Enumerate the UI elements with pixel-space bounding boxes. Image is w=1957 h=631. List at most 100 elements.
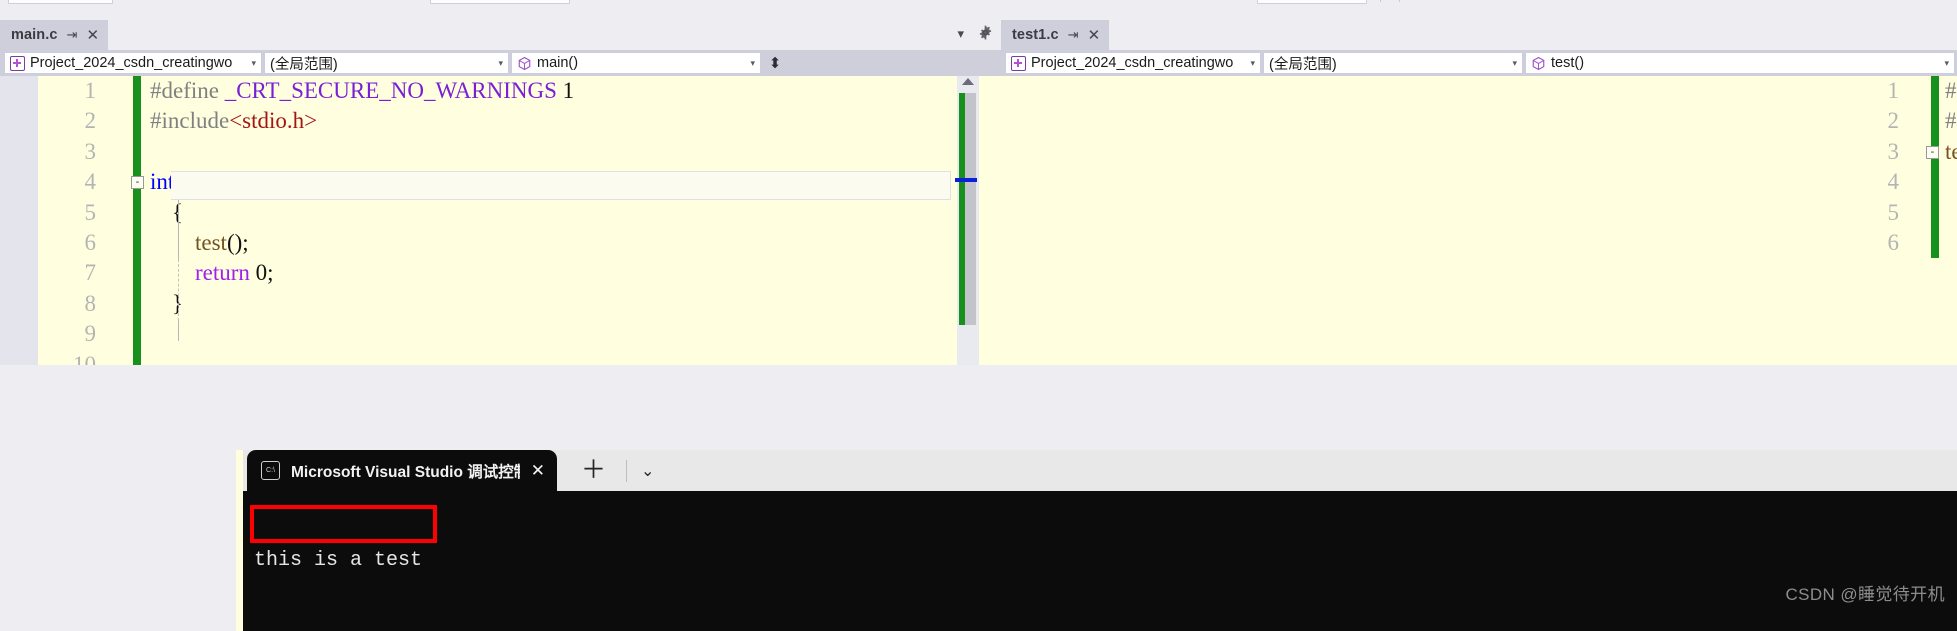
code-line[interactable]: {	[150, 198, 1000, 228]
line-number: 1	[1887, 78, 1900, 103]
maximize-icon[interactable]: ❐	[1541, 464, 1554, 479]
line-number-gutter: 1 2 3 4 5 6 7 8 9 10	[38, 76, 100, 365]
right-pane-tabbar: test1.c ⇥ ✕	[1001, 20, 1957, 50]
change-marker	[133, 76, 141, 365]
code-line[interactable]: #define _CRT_SECURE_NO_WARNINGS 1	[150, 76, 1000, 106]
terminal-icon: C:\	[261, 461, 280, 480]
line-number: 2	[84, 108, 97, 134]
code-content[interactable]: #define _CRT_SECURE_NO_WARNINGS 1#includ…	[1926, 76, 1957, 258]
pin-icon[interactable]: ⇥	[1068, 27, 1079, 43]
scroll-up-arrow[interactable]	[962, 78, 974, 85]
editor-pane-main-c[interactable]: 1 2 3 4 5 6 7 8 9 10 #define _CRT_SECURE_NO_WARNI…	[0, 76, 1001, 365]
left-pane-tabbar: main.c ⇥ ✕ ▾	[0, 20, 1001, 50]
close-icon[interactable]: ✕	[1088, 26, 1101, 44]
line-number: 4	[1887, 169, 1900, 195]
line-number: 1	[84, 78, 97, 103]
debug-console-window[interactable]: C:\ Microsoft Visual Studio 调试控制台 ✕ ＋ ⌄ …	[243, 450, 1957, 631]
split-window-button[interactable]: ⬍	[762, 56, 788, 71]
console-output-line: this is a test	[254, 549, 423, 572]
console-tab[interactable]: C:\ Microsoft Visual Studio 调试控制台 ✕	[247, 450, 557, 491]
split-window-icon: ⬍	[768, 54, 782, 72]
project-selector-label: Project_2024_csdn_creatingwo	[1031, 55, 1234, 71]
code-token: <stdio.h>	[229, 108, 318, 134]
tab-label: main.c	[11, 27, 58, 43]
editor-tab-main-c[interactable]: main.c ⇥ ✕	[0, 20, 109, 50]
method-icon	[1531, 56, 1546, 71]
code-token: _CRT_SECURE_NO_WARNINGS	[224, 78, 557, 103]
code-line[interactable]	[150, 350, 1000, 365]
console-tabstrip: C:\ Microsoft Visual Studio 调试控制台 ✕ ＋ ⌄ …	[243, 450, 1957, 491]
project-selector[interactable]: Project_2024_csdn_creatingwo ▾	[4, 52, 262, 74]
scope-selector[interactable]: (全局范围) ▾	[1263, 52, 1523, 74]
right-pane-navbar: Project_2024_csdn_creatingwo ▾ (全局范围) ▾ …	[1001, 50, 1957, 76]
method-icon	[517, 56, 532, 71]
line-number: 6	[1887, 229, 1900, 255]
code-line[interactable]	[150, 319, 1000, 349]
code-token: #define	[1945, 78, 1957, 103]
code-line[interactable]: #include<stdio.h>	[1945, 106, 1957, 136]
tab-label: test1.c	[1012, 27, 1059, 43]
pin-icon[interactable]: ⇥	[67, 27, 78, 43]
line-number-gutter: 1 2 3 4 5 6	[1841, 76, 1903, 258]
line-number: 9	[84, 321, 97, 347]
member-selector-label: main()	[537, 55, 579, 71]
scope-selector[interactable]: (全局范围) ▾	[264, 52, 509, 74]
caret-position-marker	[955, 178, 977, 182]
code-line[interactable]: test();	[150, 228, 1000, 258]
code-line[interactable]: {	[1945, 167, 1957, 197]
line-number: 3	[84, 138, 97, 164]
code-line[interactable]: return 0;	[150, 258, 1000, 288]
toolbar-divider	[1380, 0, 1381, 2]
chevron-down-icon[interactable]: ⌄	[641, 461, 654, 481]
divider	[626, 460, 627, 482]
code-line[interactable]: #include<stdio.h>	[150, 106, 1000, 136]
minimize-icon[interactable]: —	[1482, 464, 1499, 481]
code-line[interactable]	[150, 137, 1000, 167]
code-content[interactable]: #define _CRT_SECURE_NO_WARNINGS 1#includ…	[131, 76, 1000, 365]
chevron-down-icon[interactable]: ▾	[498, 58, 503, 69]
code-token: 1	[556, 78, 575, 103]
toolbar-divider	[1399, 0, 1400, 2]
editor-tab-test1-c[interactable]: test1.c ⇥ ✕	[1001, 20, 1110, 50]
watermark: CSDN @睡觉待开机	[1785, 585, 1945, 604]
plus-icon[interactable]: ＋	[581, 458, 606, 483]
close-icon[interactable]: ✕	[531, 461, 545, 481]
chevron-down-icon[interactable]: ▾	[1944, 58, 1949, 69]
chevron-down-icon[interactable]: ▾	[251, 58, 256, 69]
close-icon[interactable]: ✕	[87, 26, 100, 44]
code-line[interactable]: -test()	[1926, 137, 1957, 167]
change-marker	[959, 93, 965, 325]
collapse-toggle-icon[interactable]: -	[1926, 145, 1939, 159]
member-selector[interactable]: test() ▾	[1525, 52, 1955, 74]
left-tabbar-actions: ▾	[957, 25, 993, 42]
code-line[interactable]: #define _CRT_SECURE_NO_WARNINGS 1	[1945, 76, 1957, 106]
collapse-toggle-icon[interactable]: -	[131, 176, 144, 190]
current-line-highlight	[171, 171, 951, 200]
member-selector[interactable]: main() ▾	[511, 52, 761, 74]
project-icon	[1011, 55, 1026, 71]
chevron-down-icon[interactable]: ▾	[957, 27, 964, 40]
gear-icon[interactable]	[978, 25, 993, 42]
project-selector-label: Project_2024_csdn_creatingwo	[30, 55, 233, 71]
editor-pane-test1-c[interactable]: 1 2 3 4 5 6 #define _CRT_SECURE_NO_WARNINGS 1…	[1001, 76, 1957, 365]
code-line[interactable]: }	[150, 289, 1000, 319]
chevron-down-icon[interactable]: ▾	[750, 58, 755, 69]
project-selector[interactable]: Project_2024_csdn_creatingwo ▾	[1005, 52, 1261, 74]
console-tab-title: Microsoft Visual Studio 调试控制台	[291, 463, 520, 481]
code-token: #include	[150, 108, 230, 134]
structure-guide	[178, 197, 179, 259]
code-token: return	[195, 260, 250, 286]
code-token: #define	[150, 78, 225, 103]
line-number: 5	[1887, 199, 1900, 225]
chevron-down-icon[interactable]: ▾	[1512, 58, 1517, 69]
visual-studio-window: main.c ⇥ ✕ ▾ test1.c ⇥ ✕ Project_2024_cs…	[0, 0, 1957, 631]
code-line[interactable]: }	[1945, 228, 1957, 258]
left-pane-scrollbar[interactable]	[955, 76, 979, 365]
editor-margin	[0, 76, 38, 365]
chevron-down-icon[interactable]: ▾	[1250, 58, 1255, 69]
code-line[interactable]: printf("this is a test\n");	[1945, 198, 1957, 228]
toolbar-ghost-control	[8, 0, 113, 4]
code-token: test	[195, 229, 227, 255]
